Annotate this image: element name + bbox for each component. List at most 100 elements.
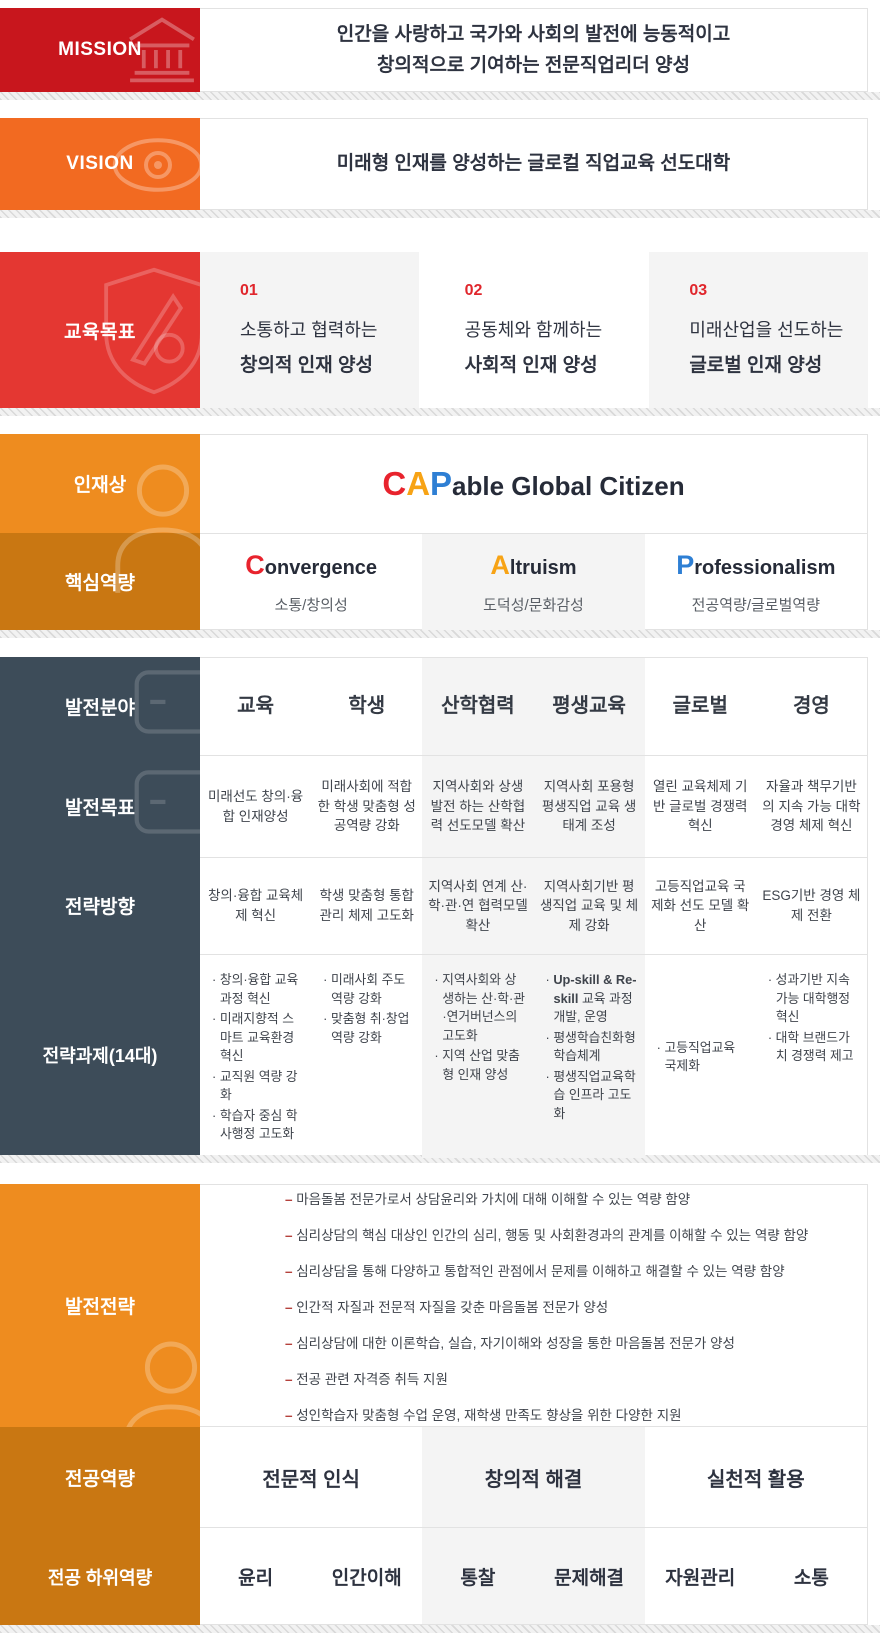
edu-goal-line2: 창의적 인재 양성 bbox=[240, 350, 409, 377]
dev-field: 평생교육 bbox=[533, 658, 644, 755]
mission-content: 인간을 사랑하고 국가와 사회의 발전에 능동적이고 창의적으로 기여하는 전문… bbox=[200, 8, 868, 92]
strategy-label: 발전전략 bbox=[0, 1184, 200, 1427]
dev-directions-label: 전략방향 bbox=[0, 857, 200, 954]
dev-task-list: 성과기반 지속가능 대학행정 혁신 대학 브랜드가치 경쟁력 제고 bbox=[756, 955, 867, 1158]
edu-goal-item: 01 소통하고 협력하는 창의적 인재 양성 bbox=[200, 252, 419, 408]
dev-goal: 열린 교육체제 기반 글로벌 경쟁력 혁신 bbox=[645, 756, 756, 857]
edu-goal-item: 02 공동체와 함께하는 사회적 인재 양성 bbox=[425, 252, 644, 408]
talent-section: 인재상 핵심역량 CAPable Global Citizen Converg bbox=[0, 416, 880, 638]
cap-letter-a: A bbox=[406, 465, 430, 502]
strategy-bullet: 전공 관련 자격증 취득 지원 bbox=[285, 1368, 847, 1388]
dev-tasks-row: 전략과제(14대) 창의·융합 교육과정 혁신 미래지향적 스마트 교육환경 혁… bbox=[0, 954, 880, 1155]
core-item-altruism: Altruism 도덕성/문화감성 bbox=[422, 534, 644, 630]
dev-field: 글로벌 bbox=[645, 658, 756, 755]
strategy-bullet: 심리상담의 핵심 대상인 인간의 심리, 행동 및 사회환경과의 관계를 이해할… bbox=[285, 1224, 847, 1244]
core-word-rest: onvergence bbox=[265, 557, 377, 579]
edu-goal-line1: 소통하고 협력하는 bbox=[240, 316, 409, 342]
panel-icon bbox=[124, 669, 200, 745]
major-competency-item: 전문적 인식 bbox=[200, 1427, 422, 1527]
vision-text: 미래형 인재를 양성하는 글로컬 직업교육 선도대학 bbox=[337, 148, 730, 179]
sub-competency-item: 자원관리 bbox=[645, 1528, 756, 1624]
dev-direction: 창의·융합 교육체제 혁신 bbox=[200, 858, 311, 954]
dev-goals-row: 발전목표 미래선도 창의·융합 인재양성 미래사회에 적합한 학생 맞춤형 성공… bbox=[0, 755, 880, 857]
sub-competency-item: 인간이해 bbox=[311, 1528, 422, 1624]
strategy-bullet: 인간적 자질과 전문적 자질을 갖춘 마음돌봄 전문가 양성 bbox=[285, 1296, 847, 1316]
strategy-poster: { "colors":{"mission_red":"#c8161d","vis… bbox=[0, 0, 880, 1633]
dev-field: 경영 bbox=[756, 658, 867, 755]
hatch-divider bbox=[0, 92, 880, 100]
major-competency-item: 창의적 해결 bbox=[422, 1427, 644, 1527]
cap-letter-c: C bbox=[382, 465, 406, 502]
cap-rest-text: able Global Citizen bbox=[452, 471, 685, 501]
core-competency-row: Convergence 소통/창의성 Altruism 도덕성/문화감성 Pro… bbox=[200, 533, 867, 630]
task-item: 학습자 중심 학사행정 고도화 bbox=[212, 1107, 303, 1144]
development-section: 발전분야 교육 학생 산학협력 평생교육 글로벌 경영 발전목표 미래선도 창의… bbox=[0, 638, 880, 1163]
hatch-divider bbox=[0, 408, 880, 416]
talent-headline: CAPable Global Citizen bbox=[200, 435, 867, 533]
edu-goal-line2: 사회적 인재 양성 bbox=[465, 350, 634, 377]
sub-competency-item: 통찰 bbox=[422, 1528, 533, 1624]
strategy-label-text: 발전전략 bbox=[65, 1292, 135, 1319]
edu-goal-number: 01 bbox=[240, 282, 409, 300]
dev-direction: 지역사회 연계 산·학·관·연 협력모델 확산 bbox=[422, 858, 533, 954]
core-item-convergence: Convergence 소통/창의성 bbox=[200, 534, 422, 630]
sub-competency-label: 전공 하위역량 bbox=[0, 1528, 200, 1625]
dev-fields-label: 발전분야 bbox=[0, 657, 200, 755]
dev-task-list: 미래사회 주도역량 강화 맞춤형 취·창업 역량 강화 bbox=[311, 955, 422, 1158]
strategy-bullet: 마음돌봄 전문가로서 상담윤리와 가치에 대해 이해할 수 있는 역량 함양 bbox=[285, 1188, 847, 1208]
core-initial: C bbox=[245, 550, 265, 580]
edu-goal-line1: 공동체와 함께하는 bbox=[465, 316, 634, 342]
task-item: 지역 산업 맞춤형 인재 양성 bbox=[434, 1047, 525, 1084]
dev-fields-row: 발전분야 교육 학생 산학협력 평생교육 글로벌 경영 bbox=[0, 657, 880, 755]
edu-goal-number: 02 bbox=[465, 282, 634, 300]
edu-goals-content: 01 소통하고 협력하는 창의적 인재 양성 02 공동체와 함께하는 사회적 … bbox=[200, 252, 868, 408]
strategy-section: 발전전략 전공역량 전공 하위역량 마음돌봄 전문가로서 상담윤리와 가치에 대… bbox=[0, 1163, 880, 1633]
core-sub-label: 도덕성/문화감성 bbox=[483, 594, 584, 615]
strategy-bullet: 심리상담에 대한 이론학습, 실습, 자기이해와 성장을 통한 마음돌봄 전문가… bbox=[285, 1332, 847, 1352]
task-item: 평생직업교육학습 인프라 고도화 bbox=[545, 1068, 636, 1124]
core-word-rest: ltruism bbox=[510, 557, 577, 579]
vision-label-text: VISION bbox=[66, 153, 133, 175]
dev-direction: 고등직업교육 국제화 선도 모델 확산 bbox=[645, 858, 756, 954]
talent-content: CAPable Global Citizen Convergence 소통/창의… bbox=[200, 434, 868, 630]
sub-competency-item: 문제해결 bbox=[533, 1528, 644, 1624]
talent-label-stack: 인재상 핵심역량 bbox=[0, 434, 200, 630]
edu-goal-line2: 글로벌 인재 양성 bbox=[689, 350, 858, 377]
edu-goal-number: 03 bbox=[689, 282, 858, 300]
dev-goal: 미래사회에 적합한 학생 맞춤형 성공역량 강화 bbox=[311, 756, 422, 857]
hatch-divider bbox=[0, 630, 880, 638]
edu-goals-section: 교육목표 01 소통하고 협력하는 창의적 인재 양성 02 공동체와 함께하는… bbox=[0, 218, 880, 416]
major-competency-item: 실천적 활용 bbox=[645, 1427, 867, 1527]
dev-field: 산학협력 bbox=[422, 658, 533, 755]
edu-goals-label-text: 교육목표 bbox=[64, 317, 136, 344]
mission-text-line2: 창의적으로 기여하는 전문직업리더 양성 bbox=[377, 50, 690, 81]
person-icon bbox=[112, 1333, 200, 1427]
core-sub-label: 소통/창의성 bbox=[275, 594, 348, 615]
mission-section: MISSION 인간을 사랑하고 국가와 사회의 발전에 능동적이고 창의적으로… bbox=[0, 0, 880, 100]
dev-direction: ESG기반 경영 체제 전환 bbox=[756, 858, 867, 954]
task-item: 미래사회 주도역량 강화 bbox=[323, 971, 414, 1008]
cap-letter-p: P bbox=[430, 465, 452, 502]
major-competency-label-text: 전공역량 bbox=[65, 1464, 135, 1491]
mission-label: MISSION bbox=[0, 8, 200, 92]
vision-section: VISION 미래형 인재를 양성하는 글로컬 직업교육 선도대학 bbox=[0, 100, 880, 218]
dev-direction: 학생 맞춤형 통합관리 체제 고도화 bbox=[311, 858, 422, 954]
dev-goal: 미래선도 창의·융합 인재양성 bbox=[200, 756, 311, 857]
task-item: 성과기반 지속가능 대학행정 혁신 bbox=[768, 971, 859, 1027]
major-competency-row: 전문적 인식 창의적 해결 실천적 활용 bbox=[200, 1426, 867, 1527]
task-item: 지역사회와 상생하는 산·학·관·연거버넌스의 고도화 bbox=[434, 971, 525, 1045]
vision-label: VISION bbox=[0, 118, 200, 210]
task-item: 평생학습친화형 학습체계 bbox=[545, 1029, 636, 1066]
vision-content: 미래형 인재를 양성하는 글로컬 직업교육 선도대학 bbox=[200, 118, 868, 210]
strategy-bullet-list: 마음돌봄 전문가로서 상담윤리와 가치에 대해 이해할 수 있는 역량 함양 심… bbox=[200, 1185, 867, 1426]
hatch-divider bbox=[0, 210, 880, 218]
dev-directions-label-text: 전략방향 bbox=[65, 892, 135, 919]
dev-task-list: Up-skill & Re-skill 교육 과정 개발, 운영 평생학습친화형… bbox=[533, 955, 644, 1158]
core-item-professionalism: Professionalism 전공역량/글로벌역량 bbox=[645, 534, 867, 630]
dev-task-list: 창의·융합 교육과정 혁신 미래지향적 스마트 교육환경 혁신 교직원 역량 강… bbox=[200, 955, 311, 1158]
strategy-bullet: 심리상담을 통해 다양하고 통합적인 관점에서 문제를 이해하고 해결할 수 있… bbox=[285, 1260, 847, 1280]
edu-goal-item: 03 미래산업을 선도하는 글로벌 인재 양성 bbox=[649, 252, 868, 408]
edu-goal-line1: 미래산업을 선도하는 bbox=[689, 316, 858, 342]
hatch-divider bbox=[0, 1625, 880, 1633]
task-item: 고등직업교육 국제화 bbox=[657, 1039, 748, 1076]
